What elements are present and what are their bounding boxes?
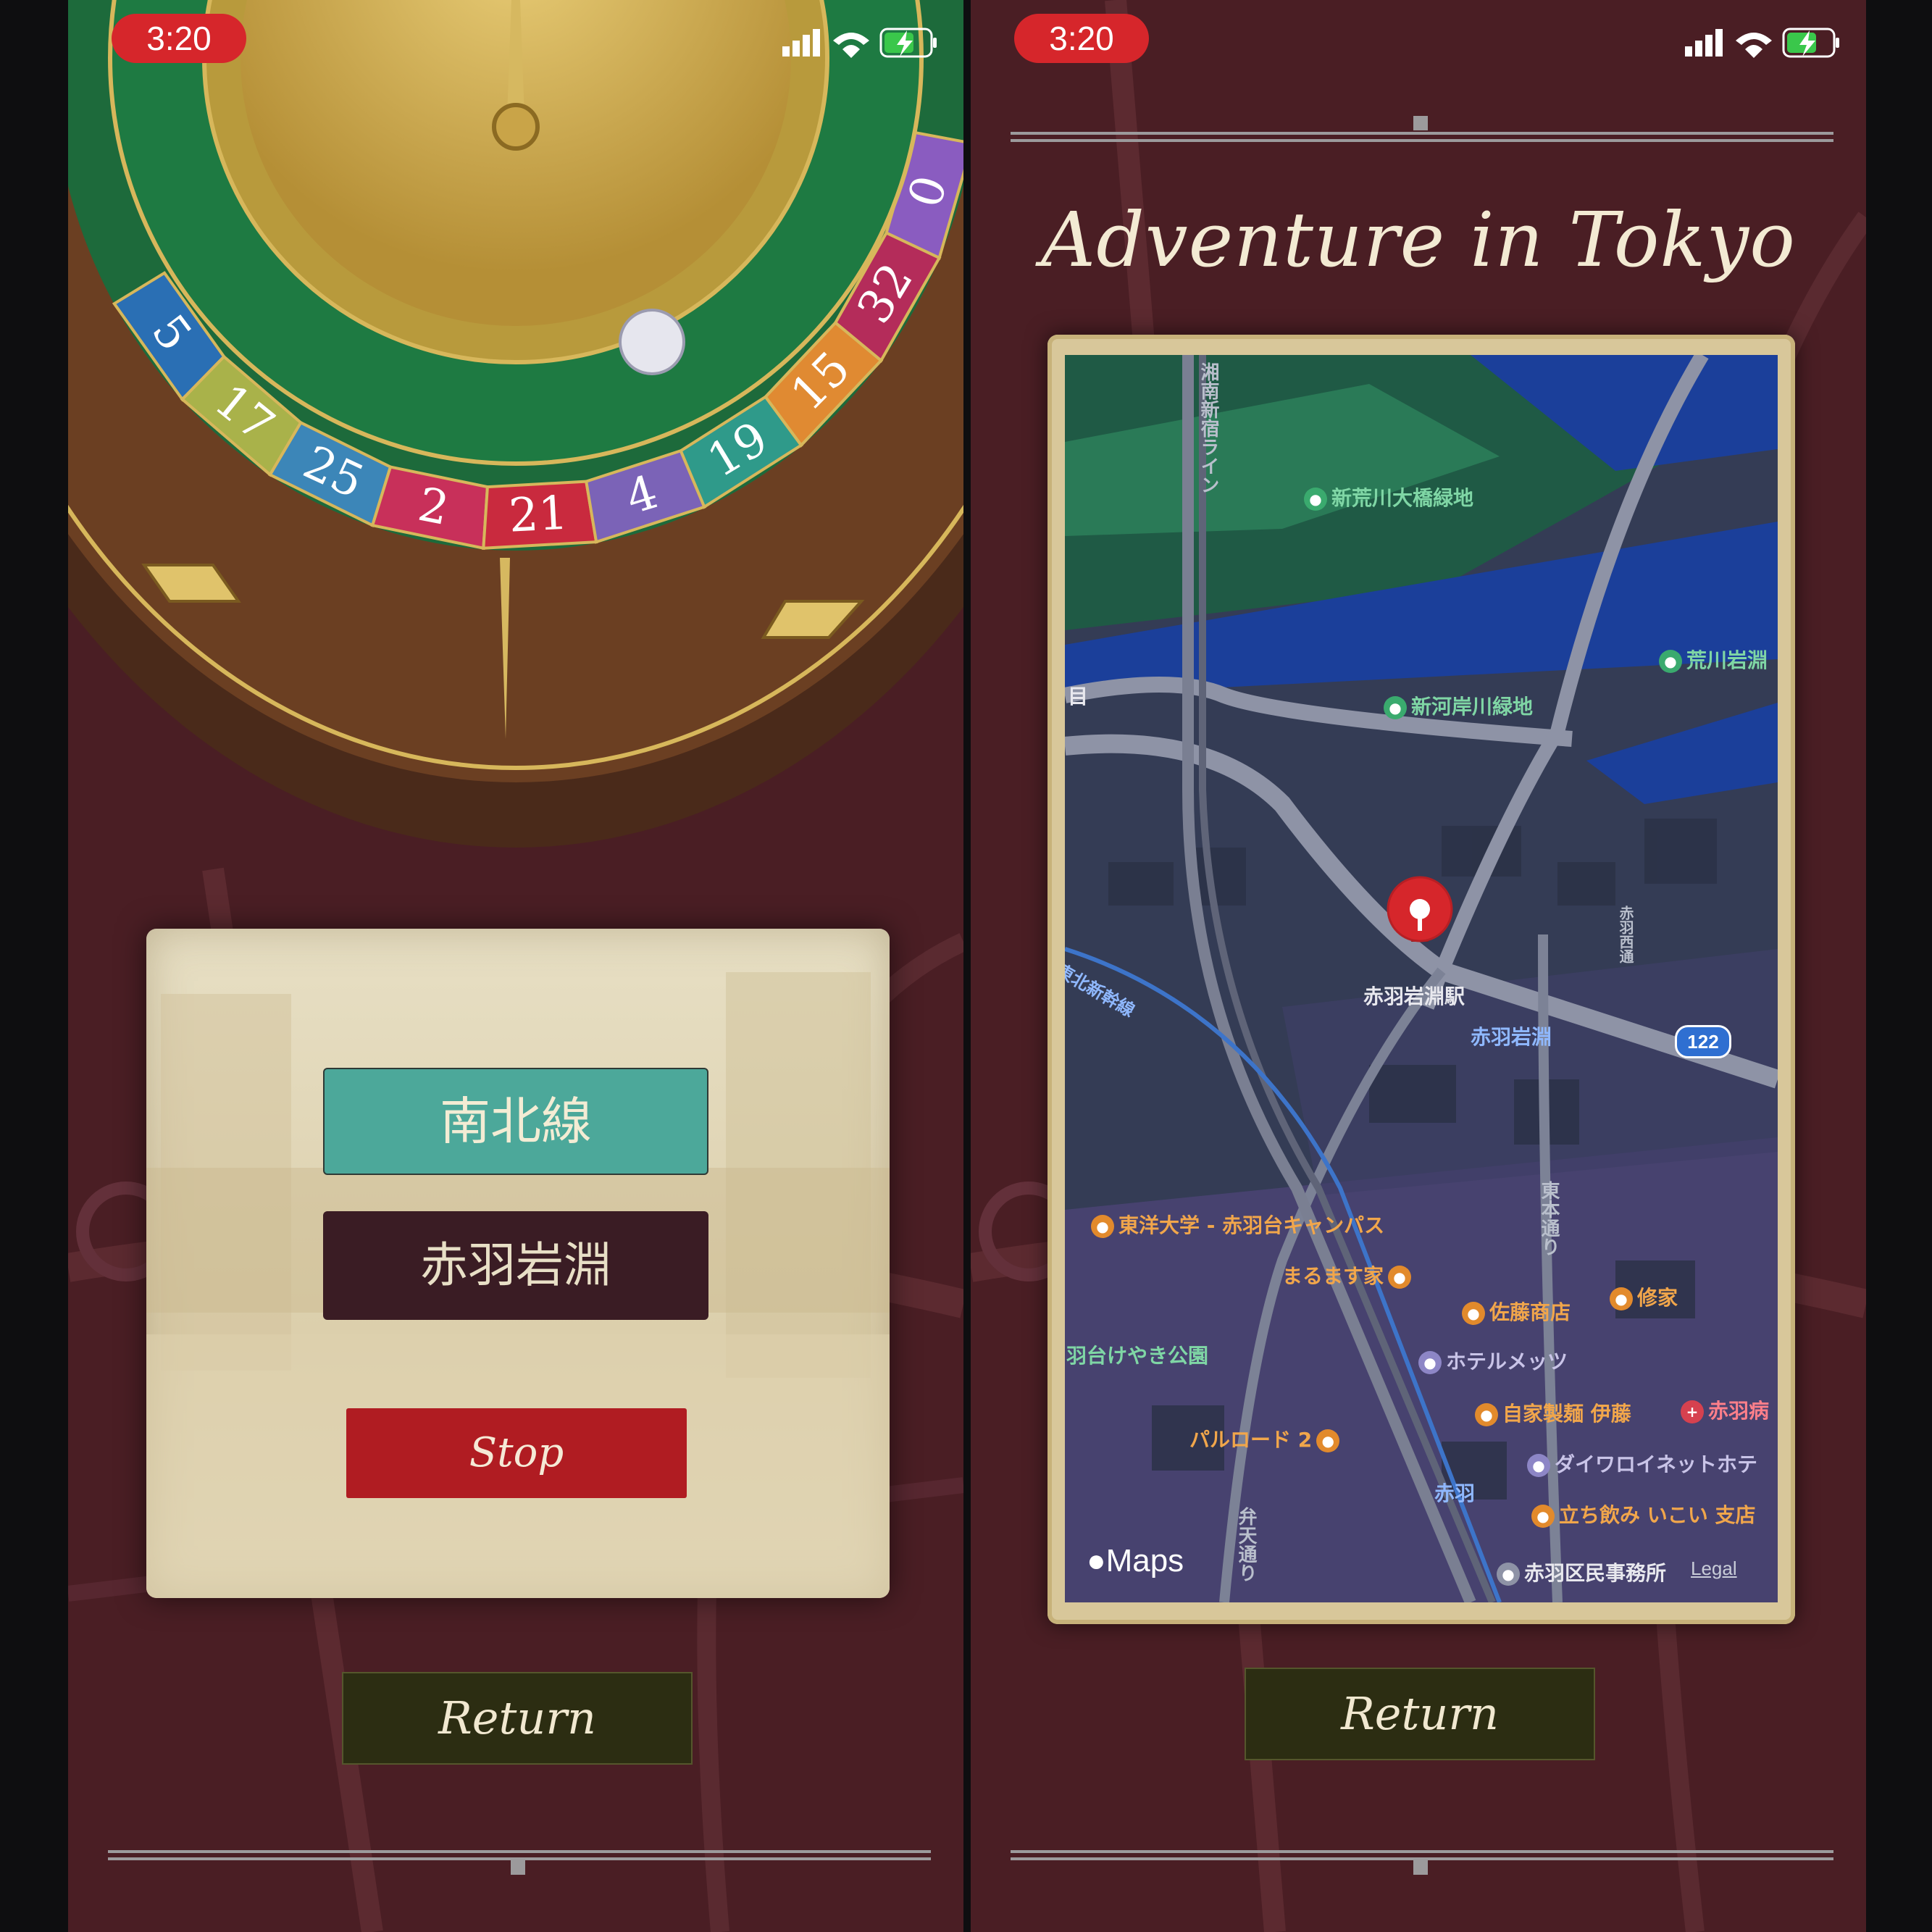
roulette-wheel[interactable]: 51725 2 21 41915320 [68, 0, 963, 869]
legal-link[interactable]: Legal [1691, 1557, 1737, 1580]
signal-icon [782, 46, 790, 57]
hospital-icon: + [1681, 1400, 1704, 1423]
school-icon: ● [1091, 1215, 1114, 1238]
tree-icon: ● [1659, 650, 1682, 673]
route-badge: 122 [1675, 1025, 1731, 1058]
restaurant-icon: ● [1388, 1266, 1412, 1289]
map-label-poi[interactable]: パルロード 2 ● [1189, 1424, 1344, 1453]
hotel-icon: ● [1418, 1351, 1442, 1374]
map-label-station[interactable]: 赤羽岩淵駅 [1363, 981, 1465, 1010]
map-label-poi[interactable]: ● 佐藤商店 [1462, 1297, 1571, 1326]
hotel-icon: ● [1527, 1454, 1550, 1477]
food-icon: ● [1475, 1403, 1498, 1426]
page-title: Adventure in Tokyo [1041, 196, 1796, 284]
station-button[interactable]: 赤羽岩淵 [323, 1211, 708, 1320]
map-label-edge: 目 [1068, 685, 1089, 708]
map-label-poi[interactable]: ● 立ち飲み いこい 支店 [1531, 1500, 1756, 1529]
map-canvas[interactable] [1065, 355, 1778, 1602]
food-icon: ● [1610, 1287, 1633, 1310]
wifi-icon [1736, 33, 1772, 58]
map-label-poi[interactable]: ● 修家 [1610, 1282, 1678, 1311]
map-label-poi[interactable]: ● 自家製麺 伊藤 [1475, 1398, 1631, 1427]
shopping-icon: ● [1316, 1429, 1340, 1452]
signal-icon [1685, 46, 1692, 57]
top-divider [1011, 116, 1833, 142]
tree-icon: ● [1384, 696, 1407, 719]
return-button[interactable]: Return [342, 1672, 693, 1765]
restaurant-icon: ● [1462, 1302, 1485, 1325]
map-label-poi[interactable]: まるます家 ● [1282, 1260, 1415, 1289]
map-label-road: 赤羽西通 [1617, 906, 1634, 963]
map-label-rail: 湘南新宿ライン [1197, 362, 1219, 494]
map-label-park[interactable]: ● 荒川岩淵 [1659, 645, 1768, 674]
map-label-hospital[interactable]: + 赤羽病 [1681, 1395, 1769, 1424]
status-time: 3:20 [112, 14, 246, 63]
map-label-road: 東本通り [1538, 1181, 1560, 1256]
map-label-poi[interactable]: ● ホテルメッツ [1418, 1346, 1568, 1375]
station-panel: 南北線 赤羽岩淵 Stop [146, 929, 890, 1598]
status-icons [1685, 28, 1839, 58]
bar-icon: ● [1531, 1505, 1555, 1528]
apple-icon: ● [1087, 1543, 1106, 1578]
status-time: 3:20 [1014, 14, 1149, 63]
map-label-road: 弁天通り [1235, 1507, 1257, 1582]
map-label-station[interactable]: 赤羽 [1434, 1478, 1475, 1507]
map-label-station[interactable]: 赤羽岩淵 [1471, 1021, 1552, 1050]
map-label-poi[interactable]: ● ダイワロイネットホテ [1527, 1449, 1757, 1478]
bottom-divider [1011, 1850, 1833, 1875]
bottom-divider [108, 1850, 931, 1875]
roulette-screen: 5 17 25 2 21 4 19 15 32 0 3:20 南北線 赤羽岩淵 Stop Re [68, 0, 963, 1932]
line-button[interactable]: 南北線 [323, 1068, 708, 1175]
map-label-poi[interactable]: ● 赤羽区民事務所 [1497, 1557, 1666, 1586]
map-label-park[interactable]: 羽台けやき公園 [1066, 1340, 1208, 1369]
maps-logo: ●Maps [1087, 1543, 1184, 1578]
return-button[interactable]: Return [1245, 1668, 1595, 1760]
map-view[interactable]: ● 新荒川大橋緑地 ● 新河岸川緑地 ● 荒川岩淵 赤羽岩淵駅 赤羽岩淵 目 122 … [1065, 355, 1778, 1602]
map-label-park[interactable]: ● 新荒川大橋緑地 [1304, 482, 1473, 511]
adventure-map-screen: 3:20 Adventure in Tokyo ● 新荒川大橋緑地 ● 新河岸川… [971, 0, 1866, 1932]
wifi-icon [833, 33, 869, 58]
map-label-park[interactable]: ● 新河岸川緑地 [1384, 691, 1533, 720]
roulette-number: 21 [508, 487, 569, 543]
status-icons [782, 28, 937, 58]
office-icon: ● [1497, 1563, 1520, 1586]
map-label-poi[interactable]: ● 東洋大学 - 赤羽台キャンパス [1091, 1210, 1384, 1239]
tree-icon: ● [1304, 488, 1327, 511]
stop-button[interactable]: Stop [346, 1408, 687, 1498]
